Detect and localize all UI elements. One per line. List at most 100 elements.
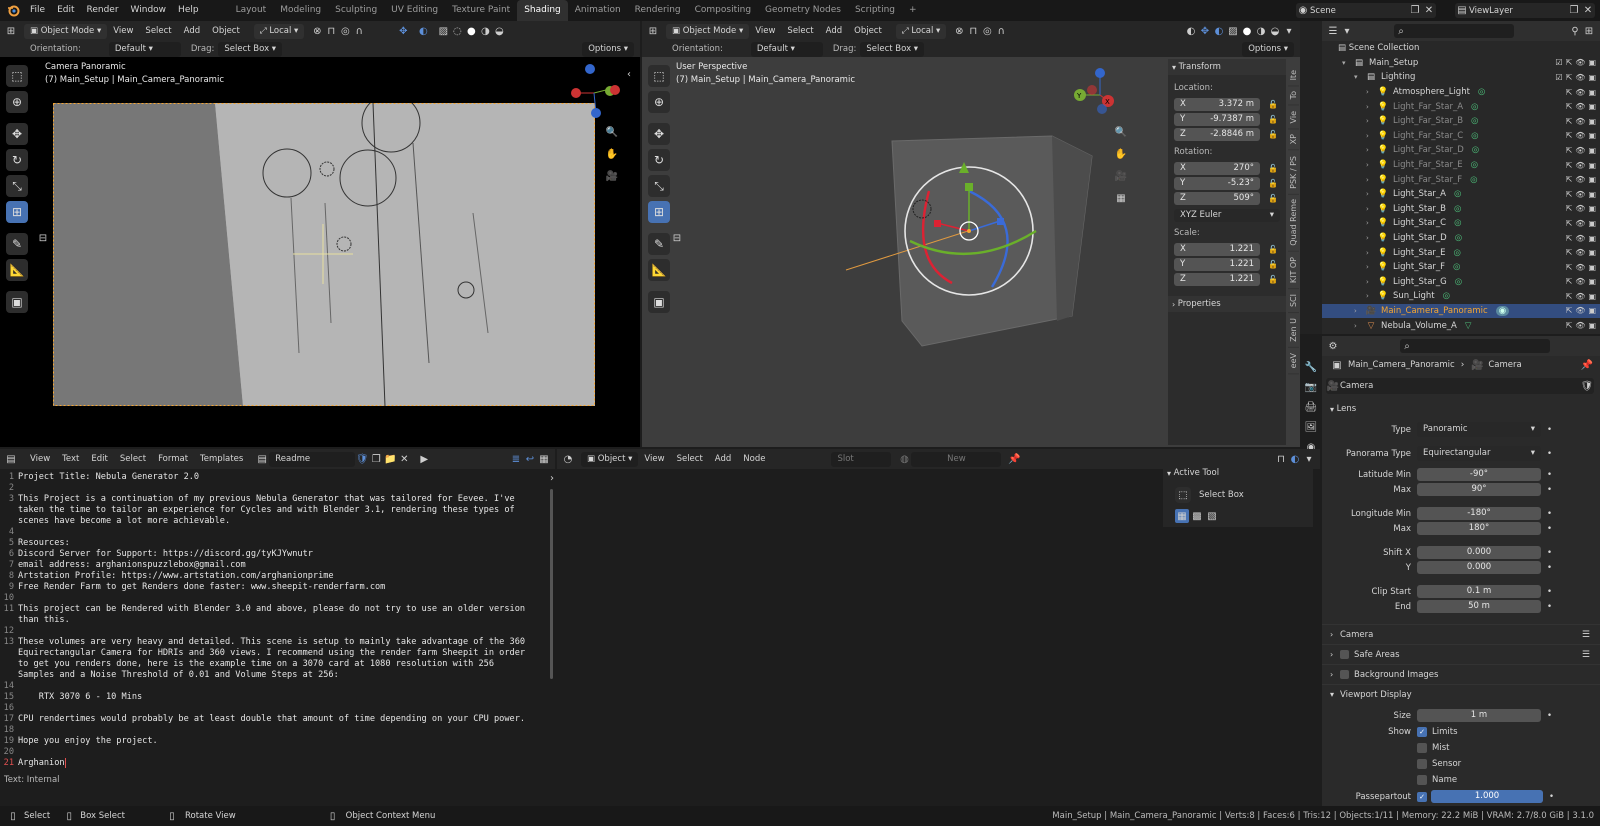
clip-start-field[interactable]: 0.1 m [1417,585,1541,598]
outliner-object-row[interactable]: › 💡 Light_Far_Star_D ◎ ⇱ 👁 ▣ [1322,143,1600,158]
camera-render-icon[interactable]: ▣ [1588,161,1596,170]
pivot-icon[interactable]: ⊗ [310,24,324,38]
tool-tab-icon[interactable]: 🔧 [1304,360,1318,374]
keyframe-dot-icon[interactable]: • [1547,711,1552,721]
eye-icon[interactable]: 👁 [1575,73,1585,82]
tab-sculpting[interactable]: Sculpting [328,0,384,21]
wireframe-shading-icon[interactable]: ◌ [450,24,464,38]
select-arrow-icon[interactable]: ⇱ [1566,146,1573,155]
drag-dropdown[interactable]: Select Box ▾ [218,41,283,57]
select-arrow-icon[interactable]: ⇱ [1566,321,1573,330]
tab-rendering[interactable]: Rendering [628,0,688,21]
perspective-viewport[interactable]: ⊞ ▣ Object Mode ▾ View Select Add Object ⤢ … [642,21,1300,447]
overlay-toggle-icon[interactable]: ◐ [1288,452,1302,466]
keyframe-dot-icon[interactable]: • [1547,602,1552,612]
solid-shading-icon[interactable]: ● [464,24,478,38]
menu-format[interactable]: Format [152,454,194,464]
pin-icon[interactable]: 📌 [1007,452,1021,466]
transform-tool-icon[interactable]: ⊞ [648,201,670,223]
eye-icon[interactable]: 👁 [1575,117,1585,126]
sensor-checkbox[interactable] [1417,758,1427,769]
outliner-object-row[interactable]: › 💡 Light_Far_Star_F ◎ ⇱ 👁 ▣ [1322,172,1600,187]
keyframe-dot-icon[interactable]: • [1547,509,1552,519]
overlay-toggle-icon[interactable]: ◐ [416,24,430,38]
menu-window[interactable]: Window [125,0,173,21]
shader-type-dropdown[interactable]: ▣ Object ▾ [581,451,639,467]
viewport-display-section-header[interactable]: ▾ Viewport Display [1322,684,1600,704]
camera-render-icon[interactable]: ▣ [1588,234,1596,243]
select-tool-icon[interactable]: ⬚ [6,65,28,87]
outliner-collection-row[interactable]: ▾ ▤ Main_Setup ☑ ⇱ 👁 ▣ [1322,56,1600,71]
select-arrow-icon[interactable]: ⇱ [1566,263,1573,272]
camera-render-icon[interactable]: ▣ [1588,175,1596,184]
unlink-icon[interactable]: ✕ [397,452,411,466]
run-script-icon[interactable]: ▶ [417,452,431,466]
expand-arrow-icon[interactable]: › [1366,278,1376,286]
annotate-tool-icon[interactable]: ✎ [6,233,28,255]
lock-icon[interactable]: 🔓 [1266,191,1280,205]
menu-templates[interactable]: Templates [194,454,249,464]
outliner-object-row[interactable]: › 💡 Light_Star_G ◎ ⇱ 👁 ▣ [1322,275,1600,290]
camera-render-icon[interactable]: ▣ [1588,248,1596,257]
text-file-selector[interactable]: Readme [269,451,356,467]
camera-render-icon[interactable]: ▣ [1588,190,1596,199]
rotation-z-field[interactable]: Z 509° [1174,191,1260,205]
camera-render-icon[interactable]: ▣ [1588,88,1596,97]
expand-arrow-icon[interactable]: › [1366,146,1376,154]
expand-arrow-icon[interactable]: › [1366,132,1376,140]
select-arrow-icon[interactable]: ⇱ [1566,248,1573,257]
tab-animation[interactable]: Animation [568,0,628,21]
tab-texture-paint[interactable]: Texture Paint [445,0,517,21]
expand-arrow-icon[interactable]: › [1366,234,1376,242]
menu-text[interactable]: Text [56,454,85,464]
location-z-field[interactable]: Z -2.8846 m [1174,127,1260,141]
material-shading-icon[interactable]: ◑ [1254,24,1268,38]
snap-icon[interactable]: ⊓ [966,24,980,38]
expand-arrow-icon[interactable]: › [1366,103,1376,111]
tab-shading[interactable]: Shading [517,0,568,21]
select-arrow-icon[interactable]: ⇱ [1566,73,1573,82]
eye-icon[interactable]: 👁 [1575,321,1585,330]
select-arrow-icon[interactable]: ⇱ [1566,175,1573,184]
select-arrow-icon[interactable]: ⇱ [1566,190,1573,199]
tab-layout[interactable]: Layout [229,0,274,21]
expand-arrow-icon[interactable]: ▾ [1342,59,1352,67]
menu-object[interactable]: Object [848,26,888,36]
move-tool-icon[interactable]: ✥ [648,123,670,145]
view-layer-tab-icon[interactable]: 🖼 [1304,420,1318,434]
menu-view[interactable]: View [24,454,56,464]
expand-arrow-icon[interactable]: ▾ [1354,73,1364,81]
overlay-toggle-icon[interactable]: ◐ [1212,24,1226,38]
scale-y-field[interactable]: Y 1.221 [1174,257,1260,271]
rotate-tool-icon[interactable]: ↻ [648,149,670,171]
navigation-gizmo[interactable] [566,61,626,121]
camera-render-icon[interactable]: ▣ [1588,292,1596,301]
cursor-tool-icon[interactable]: ⊕ [648,91,670,113]
properties-search-input[interactable]: ⌕ [1400,339,1550,353]
passepartout-slider[interactable]: 1.000 [1431,790,1543,803]
rotate-tool-icon[interactable]: ↻ [6,149,28,171]
select-arrow-icon[interactable]: ⇱ [1566,161,1573,170]
transform-orientation-dropdown[interactable]: ⤢ Local ▾ [895,23,947,39]
sidebar-tab-zen-u[interactable]: Zen U [1287,313,1299,349]
mist-checkbox[interactable] [1417,742,1427,753]
rendered-shading-icon[interactable]: ◒ [1268,24,1282,38]
menu-help[interactable]: Help [172,0,205,21]
transform-tool-icon[interactable]: ⊞ [6,201,28,223]
camera-render-icon[interactable]: ▣ [1588,131,1596,140]
sidebar-tab-xp[interactable]: XP [1287,129,1299,151]
overlay-options-icon[interactable]: ▾ [1302,452,1316,466]
editor-type-icon[interactable]: ⊞ [646,24,660,38]
display-size-field[interactable]: 1 m [1417,709,1541,722]
tab-scripting[interactable]: Scripting [848,0,902,21]
outliner-object-row[interactable]: › 💡 Light_Star_D ◎ ⇱ 👁 ▣ [1322,231,1600,246]
scene-selector[interactable]: ◉ Scene ❐ ✕ [1296,3,1436,18]
orientation-dropdown[interactable]: Default ▾ [108,41,181,57]
move-tool-icon[interactable]: ✥ [6,123,28,145]
eye-icon[interactable]: 👁 [1575,277,1585,286]
snap-icon[interactable]: ⊓ [324,24,338,38]
slot-dropdown[interactable]: Slot [831,451,892,467]
new-material-button[interactable]: New [911,451,1002,467]
eye-icon[interactable]: 👁 [1575,204,1585,213]
list-menu-icon[interactable]: ☰ [1582,630,1590,640]
